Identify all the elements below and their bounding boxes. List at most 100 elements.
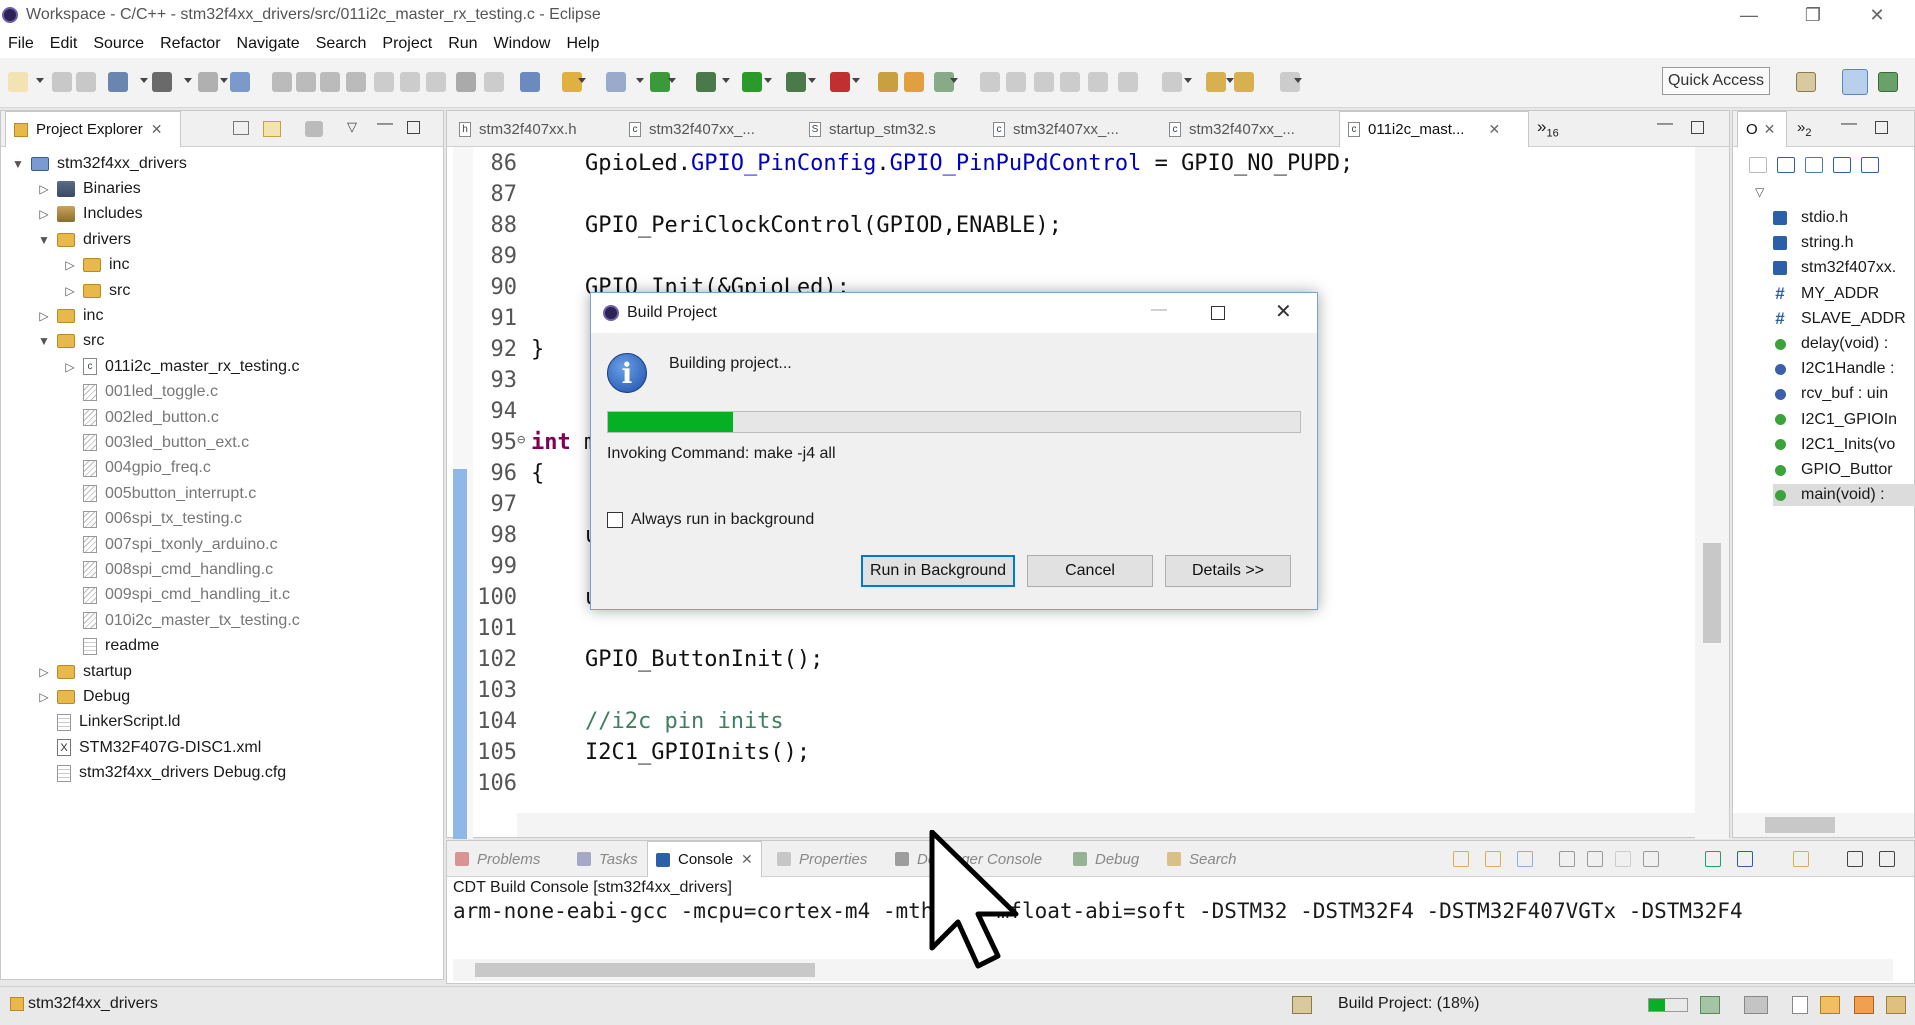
- collapsed-arrow-icon[interactable]: ▷: [63, 284, 77, 298]
- tree-item[interactable]: ▷ Debug: [37, 684, 130, 709]
- remove-launch-icon[interactable]: [1643, 851, 1659, 867]
- build-config-icon[interactable]: [108, 72, 128, 92]
- dropdown-arrow-icon[interactable]: [668, 78, 676, 83]
- fold-toggle-icon[interactable]: ⊖: [517, 432, 525, 448]
- code-line[interactable]: GpioLed.GPIO_PinConfig.GPIO_PinPuPdContr…: [585, 151, 1353, 176]
- dropdown-arrow-icon[interactable]: [578, 78, 586, 83]
- code-line[interactable]: GPIO_ButtonInit();: [585, 647, 823, 672]
- menu-help[interactable]: Help: [558, 35, 607, 53]
- tab-tasks[interactable]: Tasks: [577, 841, 638, 877]
- open-type-icon[interactable]: [878, 72, 898, 92]
- back-icon[interactable]: [1234, 72, 1254, 92]
- close-icon[interactable]: ✕: [1488, 121, 1500, 138]
- tab-search[interactable]: Search: [1167, 841, 1237, 877]
- filter-icon[interactable]: [305, 121, 323, 137]
- outline-item[interactable]: I2C1_GPIOIn: [1773, 409, 1897, 431]
- pencil-icon[interactable]: [1854, 996, 1874, 1014]
- close-window-button[interactable]: ✕: [1845, 0, 1909, 30]
- expanded-arrow-icon[interactable]: ▼: [37, 334, 51, 348]
- cpp-perspective-icon[interactable]: [1842, 69, 1868, 95]
- last-edit-icon[interactable]: [1206, 72, 1226, 92]
- close-icon[interactable]: ✕: [741, 851, 753, 868]
- tree-item[interactable]: ▼ src: [37, 329, 104, 354]
- new-class-icon[interactable]: [606, 72, 626, 92]
- expanded-arrow-icon[interactable]: ▼: [11, 157, 25, 171]
- minimize-view-icon[interactable]: [1847, 851, 1863, 867]
- menu-run[interactable]: Run: [440, 35, 485, 53]
- dropdown-arrow-icon[interactable]: [950, 78, 958, 83]
- dropdown-arrow-icon[interactable]: [1184, 78, 1192, 83]
- always-background-checkbox[interactable]: [607, 512, 623, 528]
- code-line[interactable]: GPIO_PeriClockControl(GPIOD,ENABLE);: [585, 213, 1062, 238]
- tree-item[interactable]: ▷ inc: [63, 253, 129, 278]
- close-icon[interactable]: ✕: [1764, 121, 1776, 138]
- minimize-view-icon[interactable]: —: [1657, 115, 1673, 133]
- tree-item[interactable]: ▷ startup: [37, 659, 132, 684]
- outline-item[interactable]: stdio.h: [1773, 207, 1848, 229]
- outline-item[interactable]: I2C1Handle :: [1773, 358, 1894, 380]
- editor-tab[interactable]: c 011i2c_mast... ✕: [1339, 111, 1529, 147]
- menu-source[interactable]: Source: [85, 35, 152, 53]
- outline-overflow[interactable]: »2: [1797, 119, 1811, 139]
- tab-properties[interactable]: Properties: [777, 841, 867, 877]
- tree-item[interactable]: ▼ stm32f4xx_drivers: [11, 151, 187, 176]
- status-progress-bar[interactable]: [1648, 998, 1688, 1012]
- cancel-button[interactable]: Cancel: [1027, 555, 1153, 587]
- scroll-up-icon[interactable]: [1485, 851, 1501, 867]
- editor-tab[interactable]: c stm32f407xx_...: [985, 111, 1155, 147]
- tree-item[interactable]: ▷ inc: [37, 303, 103, 328]
- hide-fields-icon[interactable]: [1833, 157, 1851, 173]
- menu-project[interactable]: Project: [374, 35, 440, 53]
- tree-item[interactable]: 004gpio_freq.c: [63, 456, 211, 481]
- collapsed-arrow-icon[interactable]: ▷: [63, 258, 77, 272]
- run-config-icon[interactable]: [786, 72, 806, 92]
- tree-item[interactable]: ▼ drivers: [37, 227, 131, 252]
- tree-item[interactable]: 010i2c_master_tx_testing.c: [63, 608, 300, 633]
- scroll-lock-icon[interactable]: [1517, 851, 1533, 867]
- close-icon[interactable]: ✕: [151, 121, 163, 138]
- outline-item[interactable]: GPIO_Buttor: [1773, 459, 1893, 481]
- collapse-all-icon[interactable]: [1777, 157, 1795, 173]
- menu-window[interactable]: Window: [486, 35, 559, 53]
- new-cpp-project-icon[interactable]: [520, 72, 540, 92]
- dialog-minimize-button[interactable]: —: [1151, 301, 1167, 319]
- collapsed-arrow-icon[interactable]: ▷: [37, 309, 51, 323]
- new-icon[interactable]: [8, 72, 28, 92]
- expanded-arrow-icon[interactable]: ▽: [1755, 185, 1764, 199]
- minimize-view-icon[interactable]: —: [377, 115, 393, 133]
- dialog-close-button[interactable]: ✕: [1275, 299, 1292, 324]
- tab-outline[interactable]: O ✕: [1737, 111, 1787, 147]
- tree-item[interactable]: stm32f4xx_drivers Debug.cfg: [37, 761, 286, 786]
- menu-refactor[interactable]: Refactor: [152, 35, 228, 53]
- collapsed-arrow-icon[interactable]: ▷: [37, 665, 51, 679]
- editor-tabs-overflow[interactable]: »16: [1537, 117, 1559, 139]
- sort-icon[interactable]: [1805, 157, 1823, 173]
- hat-icon[interactable]: [1820, 996, 1840, 1014]
- debug-icon[interactable]: [696, 72, 716, 92]
- dropdown-arrow-icon[interactable]: [36, 78, 44, 83]
- outline-filter-icon[interactable]: [1749, 157, 1767, 173]
- tree-item[interactable]: 001led_toggle.c: [63, 380, 218, 405]
- restore-button[interactable]: ❐: [1781, 0, 1845, 30]
- tree-item[interactable]: 007spi_txonly_arduino.c: [63, 532, 278, 557]
- quick-access-field[interactable]: Quick Access: [1662, 67, 1770, 95]
- open-element-icon[interactable]: [904, 72, 924, 92]
- run-icon[interactable]: [742, 72, 762, 92]
- dialog-maximize-button[interactable]: [1211, 306, 1225, 320]
- tree-item[interactable]: ▷ Includes: [37, 202, 143, 227]
- folder-icon[interactable]: [1886, 996, 1906, 1014]
- clear-console-icon[interactable]: [1559, 851, 1575, 867]
- dropdown-arrow-icon[interactable]: [722, 78, 730, 83]
- always-background-option[interactable]: Always run in background: [607, 511, 814, 529]
- dropdown-arrow-icon[interactable]: [1294, 78, 1302, 83]
- tree-item[interactable]: 006spi_tx_testing.c: [63, 507, 242, 532]
- perspective-open-icon[interactable]: [1796, 72, 1816, 92]
- tree-item[interactable]: ▷ c 011i2c_master_rx_testing.c: [63, 354, 299, 379]
- outline-item[interactable]: stm32f407xx.: [1773, 257, 1896, 279]
- outline-item[interactable]: # MY_ADDR: [1773, 283, 1879, 305]
- code-line[interactable]: {: [531, 461, 544, 486]
- task-icon[interactable]: [1792, 996, 1808, 1014]
- tree-item[interactable]: 009spi_cmd_handling_it.c: [63, 583, 290, 608]
- dropdown-arrow-icon[interactable]: [140, 78, 148, 83]
- collapsed-arrow-icon[interactable]: ▷: [63, 360, 77, 374]
